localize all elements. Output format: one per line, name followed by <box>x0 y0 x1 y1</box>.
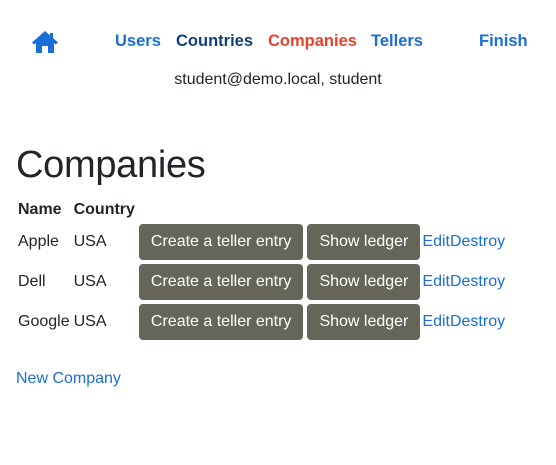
table-row: Google USA Create a teller entry Show le… <box>16 302 505 342</box>
destroy-link[interactable]: Destroy <box>450 273 505 290</box>
create-teller-entry-button[interactable]: Create a teller entry <box>138 224 304 260</box>
column-header-country: Country <box>73 201 135 218</box>
nav-companies[interactable]: Companies <box>268 31 357 51</box>
company-country: USA <box>73 273 107 290</box>
edit-link[interactable]: Edit <box>422 233 450 250</box>
edit-link[interactable]: Edit <box>422 313 450 330</box>
create-teller-entry-button[interactable]: Create a teller entry <box>138 264 304 300</box>
nav-finish[interactable]: Finish <box>479 31 528 51</box>
nav-users[interactable]: Users <box>115 31 161 51</box>
create-teller-entry-button[interactable]: Create a teller entry <box>138 304 304 340</box>
show-ledger-button[interactable]: Show ledger <box>307 224 421 260</box>
destroy-link[interactable]: Destroy <box>450 233 505 250</box>
column-header-name: Name <box>18 201 62 218</box>
company-name: Dell <box>18 273 46 290</box>
table-row: Apple USA Create a teller entry Show led… <box>16 222 505 262</box>
show-ledger-button[interactable]: Show ledger <box>307 304 421 340</box>
nav-countries[interactable]: Countries <box>176 31 253 51</box>
edit-link[interactable]: Edit <box>422 273 450 290</box>
companies-table: Name Country Apple USA Create a teller e… <box>16 198 505 342</box>
new-company-link[interactable]: New Company <box>16 369 121 389</box>
destroy-link[interactable]: Destroy <box>450 313 505 330</box>
table-header-row: Name Country <box>16 198 505 222</box>
user-info: student@demo.local, student <box>174 71 382 88</box>
home-link[interactable] <box>31 30 59 54</box>
table-row: Dell USA Create a teller entry Show ledg… <box>16 262 505 302</box>
show-ledger-button[interactable]: Show ledger <box>307 264 421 300</box>
page-title: Companies <box>16 144 206 186</box>
company-name: Apple <box>18 233 59 250</box>
company-name: Google <box>18 313 70 330</box>
company-country: USA <box>73 233 107 250</box>
company-country: USA <box>73 313 107 330</box>
top-nav: Users Countries Companies Tellers Finish… <box>0 0 556 88</box>
home-icon <box>32 31 58 53</box>
nav-tellers[interactable]: Tellers <box>371 31 423 51</box>
page: Users Countries Companies Tellers Finish… <box>0 0 556 465</box>
